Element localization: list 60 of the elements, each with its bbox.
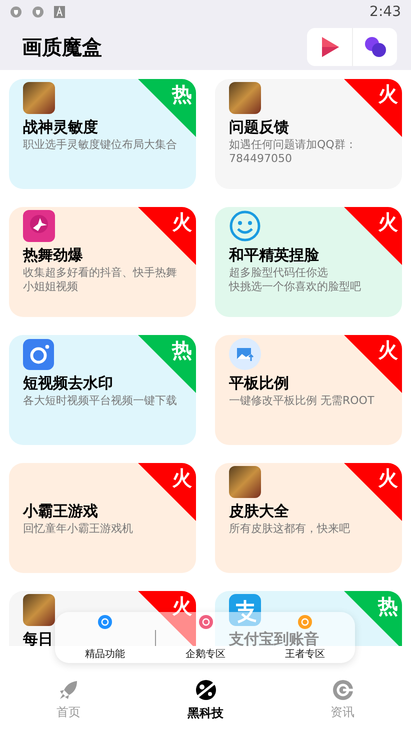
quick-menu-item[interactable]: 精品功能: [84, 649, 125, 661]
ribbon-label: 热: [172, 337, 192, 363]
status-time: 2:43: [370, 4, 401, 20]
card-description: 所有皮肤这都有，快来吧: [229, 522, 350, 536]
dancer-icon: [23, 210, 55, 242]
card-title: 皮肤大全: [229, 502, 289, 520]
camera-icon: [23, 339, 54, 370]
ribbon-label: 火: [378, 209, 398, 235]
quick-menu-item[interactable]: 企鹅专区: [186, 649, 226, 661]
play-icon: [320, 36, 340, 58]
card-title: 每日: [23, 630, 53, 646]
circles-icon: [363, 35, 387, 59]
feature-card[interactable]: 火 小霸王游戏 回忆童年小霸王游戏机: [9, 463, 196, 573]
ribbon-label: 火: [378, 465, 398, 491]
game-picture-placeholder: [23, 82, 55, 114]
card-description: 一键修改平板比例 无需ROOT: [229, 394, 374, 408]
app-title: 画质魔盒: [22, 34, 102, 60]
nav-tab[interactable]: 黑科技: [188, 705, 224, 722]
card-description: 回忆童年小霸王游戏机: [23, 522, 133, 536]
shield-icon: [10, 6, 22, 18]
notification-icon: [54, 6, 65, 18]
picture-icon: [229, 338, 261, 370]
feature-card[interactable]: 火 平板比例 一键修改平板比例 无需ROOT: [215, 335, 402, 445]
feature-card[interactable]: 火 问题反馈 如遇任何问题请加QQ群： 784497050: [215, 79, 402, 189]
card-title: 和平精英捏脸: [229, 246, 319, 264]
card-title: 短视频去水印: [23, 374, 113, 392]
shield-icon: [32, 6, 44, 18]
feature-card[interactable]: 火 皮肤大全 所有皮肤这都有，快来吧: [215, 463, 402, 573]
card-description: 784497050: [229, 152, 292, 166]
ribbon-label: 热: [172, 81, 192, 107]
card-title: 问题反馈: [229, 118, 289, 136]
smiley-icon: [229, 210, 261, 242]
card-description: 收集超多好看的抖音、快手热舞: [23, 266, 177, 280]
quick-menu-item[interactable]: 王者专区: [285, 649, 326, 661]
card-title: 小霸王游戏: [23, 502, 98, 520]
feature-card[interactable]: 火 热舞劲爆 收集超多好看的抖音、快手热舞 小姐姐视频: [9, 207, 196, 317]
card-title: 战神灵敏度: [23, 118, 98, 136]
card-description: 如遇任何问题请加QQ群：: [229, 138, 356, 152]
card-title: 热舞劲爆: [23, 246, 83, 264]
card-description: 职业选手灵敏度键位布局大集合: [23, 138, 177, 152]
ribbon-label: 火: [172, 209, 192, 235]
ribbon-label: 火: [172, 593, 192, 619]
feature-card[interactable]: 火 每日: [9, 591, 196, 646]
card-description: 小姐姐视频: [23, 280, 78, 294]
feature-card[interactable]: 热 短视频去水印 各大短时视频平台视频一键下载: [9, 335, 196, 445]
ribbon-label: 热: [378, 593, 398, 619]
coin-icon: [330, 678, 354, 702]
ribbon-label: 火: [172, 465, 192, 491]
ribbon-label: 火: [378, 81, 398, 107]
feature-card[interactable]: 热 战神灵敏度 职业选手灵敏度键位布局大集合: [9, 79, 196, 189]
game-picture-placeholder: [229, 82, 261, 114]
feature-card[interactable]: 火 和平精英捏脸 超多脸型代码任你选 快挑选一个你喜欢的脸型吧: [215, 207, 402, 317]
ribbon-label: 火: [378, 337, 398, 363]
card-title: 平板比例: [229, 374, 289, 392]
game-picture-placeholder: [229, 466, 261, 498]
card-description: 各大短时视频平台视频一键下载: [23, 394, 177, 408]
game-picture-placeholder: [23, 594, 55, 626]
card-description: 超多脸型代码任你选: [229, 266, 328, 280]
card-description: 快挑选一个你喜欢的脸型吧: [229, 280, 361, 294]
payment-icon: [229, 594, 261, 626]
